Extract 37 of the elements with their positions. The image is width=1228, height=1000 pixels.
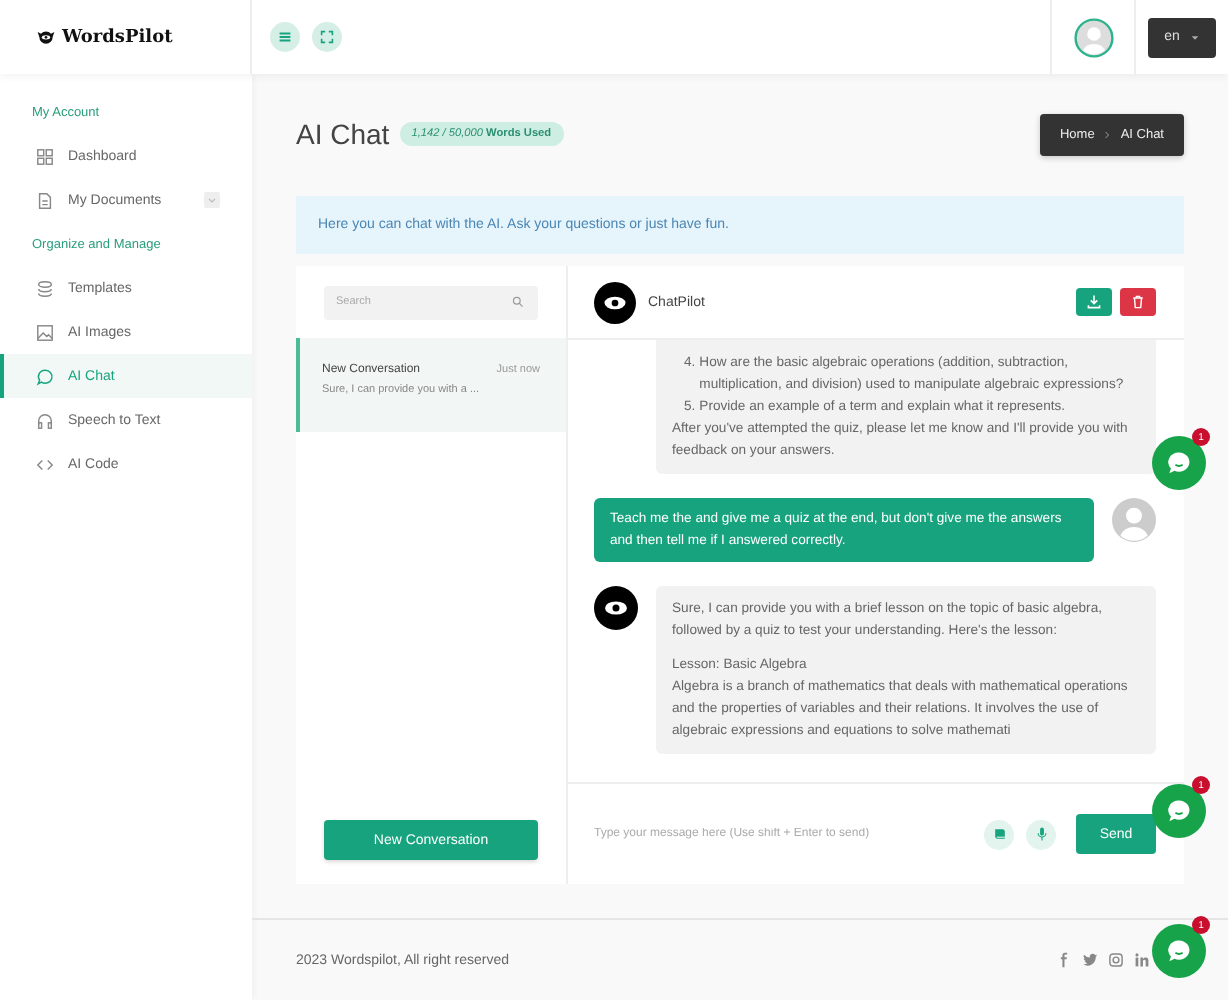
linkedin-icon[interactable]	[1134, 952, 1150, 968]
caret-icon	[1189, 33, 1200, 41]
doc-icon	[36, 191, 54, 209]
prompt-library-button[interactable]	[984, 819, 1014, 849]
expand-icon[interactable]	[204, 192, 220, 208]
chevron-icon	[1104, 129, 1111, 139]
stack-icon	[36, 279, 54, 297]
trash-icon	[1130, 294, 1146, 310]
search-icon	[512, 296, 524, 308]
fullscreen-icon	[318, 28, 336, 46]
download-button[interactable]	[1076, 288, 1112, 316]
delete-button[interactable]	[1120, 288, 1156, 316]
bot-avatar	[594, 586, 638, 630]
image-icon	[36, 323, 54, 341]
user-avatar[interactable]	[1073, 17, 1113, 57]
grid-icon	[36, 147, 54, 165]
page-title: AI Chat	[296, 118, 390, 150]
code-icon	[36, 455, 54, 473]
bot-avatar	[594, 281, 636, 323]
book-icon	[991, 826, 1007, 842]
robot-logo-icon	[36, 28, 56, 46]
menu-button[interactable]	[270, 22, 300, 52]
chat-icon	[36, 367, 54, 385]
microphone-button[interactable]	[1026, 819, 1056, 849]
twitter-icon[interactable]	[1082, 952, 1098, 968]
logo-text: WordsPilot	[62, 27, 173, 47]
user-avatar	[1112, 498, 1156, 542]
facebook-icon[interactable]	[1056, 952, 1072, 968]
fullscreen-button[interactable]	[312, 22, 342, 52]
microphone-icon	[1033, 826, 1049, 842]
menu-icon	[276, 28, 294, 46]
download-icon	[1086, 294, 1102, 310]
headphones-icon	[36, 411, 54, 429]
chat-bubble-icon	[1164, 796, 1194, 826]
instagram-icon[interactable]	[1108, 952, 1124, 968]
chat-bubble-icon	[1164, 448, 1194, 478]
chat-bubble-icon	[1164, 936, 1194, 966]
